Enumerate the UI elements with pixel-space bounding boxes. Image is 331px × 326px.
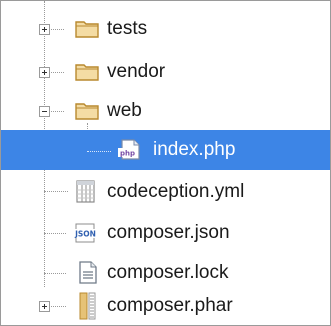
tree-branch-line [44,191,68,192]
folder-icon [75,64,99,81]
json-badge: JSON [74,230,96,239]
tree-branch-line [44,233,66,234]
expand-icon[interactable] [39,301,50,312]
tree-item-label: web [107,100,142,121]
tree-branch-line [44,273,66,274]
php-badge: php [120,150,135,158]
expand-icon[interactable] [39,24,50,35]
folder-icon [75,21,99,38]
tree-item-vendor[interactable]: vendor [1,52,330,92]
tree-item-codeception-yml[interactable]: codeception.yml [1,172,330,212]
tree-item-label: index.php [153,139,236,160]
tree-item-web[interactable]: web [1,91,330,131]
json-file-icon: JSON [71,223,100,243]
tree-item-label: composer.json [107,222,230,243]
tree-item-composer-phar[interactable]: composer.phar [1,286,330,325]
php-file-icon: php [118,139,140,160]
tree-item-tests[interactable]: tests [1,9,330,49]
collapse-icon[interactable] [39,106,50,117]
tree-item-label: composer.lock [107,262,229,283]
tree-item-label: codeception.yml [107,181,245,202]
text-file-icon [79,261,97,284]
project-tree: tests vendor web php index.php codecepti… [0,0,331,326]
tree-item-label: composer.phar [107,295,233,316]
phar-archive-icon [79,292,96,320]
tree-item-index-php[interactable]: php index.php [1,130,330,170]
tree-item-composer-json[interactable]: JSON composer.json [1,213,330,253]
tree-item-label: tests [107,18,148,39]
yml-file-icon [76,180,95,203]
expand-icon[interactable] [39,67,50,78]
tree-branch-line [87,151,111,152]
folder-icon [75,103,99,120]
tree-item-label: vendor [107,61,166,82]
